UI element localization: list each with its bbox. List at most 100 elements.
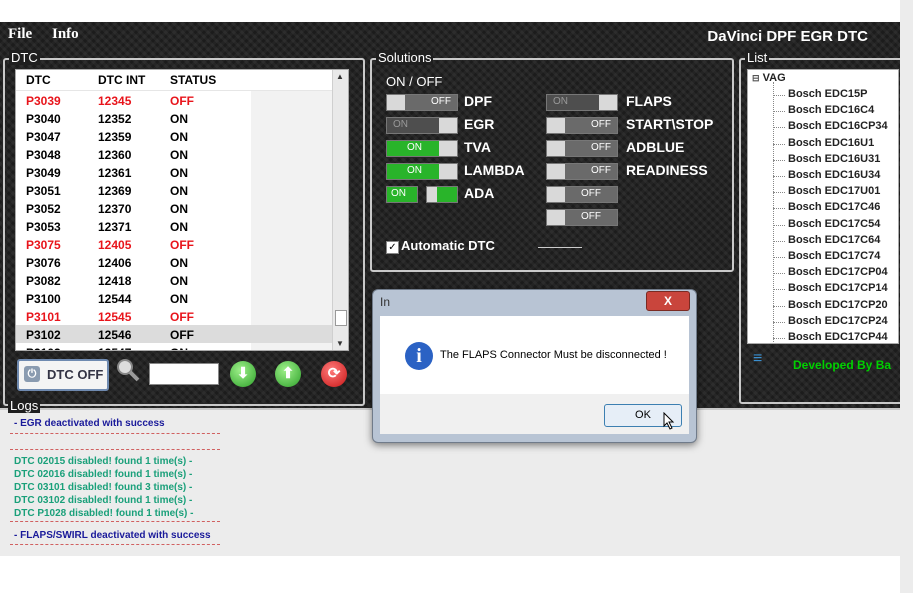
dtc-code: P3039 <box>26 94 61 108</box>
refresh-button[interactable]: ⟳ <box>321 361 347 387</box>
log-line: DTC 03102 disabled! found 1 time(s) - <box>14 495 193 506</box>
toggle-adblue[interactable]: OFF <box>546 140 618 157</box>
dtc-int: 12369 <box>98 184 132 198</box>
tree-item-ecu[interactable]: Bosch EDC17CP14 <box>788 282 888 294</box>
toggle-extra-1[interactable]: OFF <box>546 186 618 203</box>
toggle-start-stop[interactable]: OFF <box>546 117 618 134</box>
tree-item-ecu[interactable]: Bosch EDC17C46 <box>788 201 880 213</box>
dtc-code: P3102 <box>26 328 61 342</box>
dtc-table-row[interactable]: P3075 12405 OFF <box>16 235 348 253</box>
move-up-button[interactable]: ⬆ <box>275 361 301 387</box>
toggle-egr[interactable]: ON <box>386 117 458 134</box>
tree-item-ecu[interactable]: Bosch EDC17CP04 <box>788 266 888 278</box>
dtc-status: OFF <box>170 238 194 252</box>
dtc-code: P3051 <box>26 184 61 198</box>
dialog-close-button[interactable]: X <box>646 291 690 311</box>
collapse-icon[interactable]: ⊟ <box>752 73 760 83</box>
toggle-tva[interactable]: ON <box>386 140 458 157</box>
on-off-header: ON / OFF <box>386 74 443 89</box>
tree-item-ecu[interactable]: Bosch EDC17C54 <box>788 218 880 230</box>
dtc-status: ON <box>170 112 188 126</box>
tree-item-ecu[interactable]: Bosch EDC17C64 <box>788 234 880 246</box>
dtc-table-row[interactable]: P3076 12406 ON <box>16 253 348 271</box>
dtc-status: ON <box>170 274 188 288</box>
toggle-flaps[interactable]: ON <box>546 94 618 111</box>
logs-label: Logs <box>8 398 41 413</box>
toggle-ada-part[interactable] <box>426 186 458 203</box>
dtc-status: ON <box>170 148 188 162</box>
dtc-status: OFF <box>170 94 194 108</box>
tree-item-ecu[interactable]: Bosch EDC17C74 <box>788 250 880 262</box>
toggle-ada[interactable]: ON <box>386 186 418 203</box>
log-line: DTC P1028 disabled! found 1 time(s) - <box>14 508 194 519</box>
menu-bar: File Info DaVinci DPF EGR DTC <box>0 22 900 48</box>
toggle-readiness[interactable]: OFF <box>546 163 618 180</box>
tree-item-ecu[interactable]: Bosch EDC17CP44 <box>788 331 888 343</box>
dtc-table-row[interactable]: P3102 12546 OFF <box>16 325 348 343</box>
toggle-dpf[interactable]: OFF <box>386 94 458 111</box>
log-separator <box>10 544 220 545</box>
automatic-dtc-checkbox[interactable]: ✓ <box>386 241 399 254</box>
dtc-table-row[interactable]: P3053 12371 ON <box>16 217 348 235</box>
right-edge-strip <box>900 0 913 593</box>
label-tva: TVA <box>464 139 491 155</box>
log-separator <box>10 433 220 434</box>
dtc-table-row[interactable]: P3052 12370 ON <box>16 199 348 217</box>
dtc-status: ON <box>170 256 188 270</box>
tree-item-ecu[interactable]: Bosch EDC17U01 <box>788 185 880 197</box>
mouse-cursor-icon <box>663 412 675 430</box>
toggle-extra-2[interactable]: OFF <box>546 209 618 226</box>
header-dtc-int[interactable]: DTC INT <box>98 73 145 87</box>
dtc-scrollbar[interactable]: ▲ ▼ <box>332 70 348 350</box>
dtc-status: ON <box>170 292 188 306</box>
toggle-lambda[interactable]: ON <box>386 163 458 180</box>
tree-root-vag[interactable]: ⊟ VAG <box>752 72 786 84</box>
dtc-table-row[interactable]: P3039 12345 OFF <box>16 91 348 109</box>
tree-item-ecu[interactable]: Bosch EDC17CP20 <box>788 299 888 311</box>
menu-info[interactable]: Info <box>52 26 79 43</box>
scroll-up-icon[interactable]: ▲ <box>336 72 344 81</box>
header-dtc[interactable]: DTC <box>26 73 51 87</box>
tree-item-ecu[interactable]: Bosch EDC17CP24 <box>788 315 888 327</box>
dtc-int: 12547 <box>98 346 131 350</box>
dtc-table-row[interactable]: P3101 12545 OFF <box>16 307 348 325</box>
scroll-thumb[interactable] <box>335 310 347 326</box>
list-settings-icon[interactable]: ≡ <box>753 350 762 368</box>
dtc-table: DTC DTC INT STATUS P3039 12345 OFF P3040 123… <box>15 69 349 351</box>
tree-item-ecu[interactable]: Bosch EDC16U34 <box>788 169 880 181</box>
dtc-code: P3100 <box>26 292 61 306</box>
dialog-title: In <box>380 295 391 309</box>
dtc-status: ON <box>170 184 188 198</box>
header-status[interactable]: STATUS <box>170 73 216 87</box>
dtc-int: 12544 <box>98 292 132 306</box>
tree-item-ecu[interactable]: Bosch EDC16U31 <box>788 153 880 165</box>
dtc-int: 12352 <box>98 112 132 126</box>
search-input[interactable] <box>149 363 219 385</box>
dtc-table-row[interactable]: P3047 12359 ON <box>16 127 348 145</box>
tree-item-ecu[interactable]: Bosch EDC16U1 <box>788 137 874 149</box>
label-egr: EGR <box>464 116 495 132</box>
dialog-message: The FLAPS Connector Must be disconnected… <box>440 349 667 361</box>
solutions-group-label: Solutions <box>376 50 434 65</box>
ecu-tree: ⊟ VAG Bosch EDC15P Bosch EDC16C4 Bosch EDC… <box>747 69 899 344</box>
move-down-button[interactable]: ⬇ <box>230 361 256 387</box>
dtc-status: ON <box>170 220 188 234</box>
dtc-table-row[interactable]: P3082 12418 ON <box>16 271 348 289</box>
dtc-table-row[interactable]: P3051 12369 ON <box>16 181 348 199</box>
tree-item-ecu[interactable]: Bosch EDC16CP34 <box>788 120 888 132</box>
dtc-table-row[interactable]: P3049 12361 ON <box>16 163 348 181</box>
arrow-up-icon: ⬆ <box>281 365 295 382</box>
dtc-off-button[interactable]: ⏻ DTC OFF <box>17 359 109 391</box>
dtc-table-row[interactable]: P3103 12547 ON <box>16 343 348 350</box>
dialog-footer: OK <box>380 394 689 434</box>
scroll-down-icon[interactable]: ▼ <box>336 339 344 348</box>
solutions-group: Solutions ON / OFF OFF DPF ON EGR ON TVA… <box>370 50 734 272</box>
dtc-table-row[interactable]: P3040 12352 ON <box>16 109 348 127</box>
arrow-down-icon: ⬇ <box>236 365 250 382</box>
tree-item-ecu[interactable]: Bosch EDC15P <box>788 88 867 100</box>
tree-item-ecu[interactable]: Bosch EDC16C4 <box>788 104 874 116</box>
search-icon[interactable] <box>115 357 141 383</box>
dtc-table-row[interactable]: P3048 12360 ON <box>16 145 348 163</box>
dtc-table-row[interactable]: P3100 12544 ON <box>16 289 348 307</box>
menu-file[interactable]: File <box>8 26 32 43</box>
